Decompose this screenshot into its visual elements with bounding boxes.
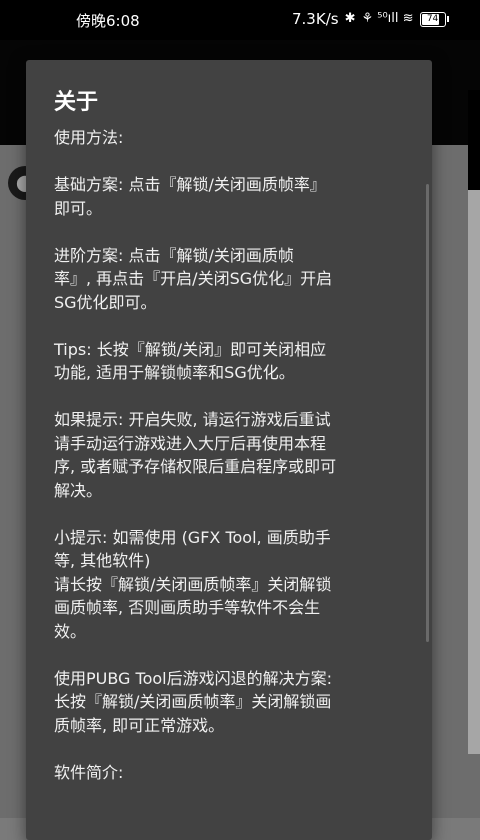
about-dialog: 关于 使用方法: 基础方案: 点击『解锁/关闭画质帧率』 即可。 进阶方案: 点… (26, 60, 432, 840)
dialog-scrollbar[interactable] (426, 184, 429, 642)
status-bar: 傍晚6:08 7.3K/s ✱ ⚘ ⁵⁰ıll ≋ 74 (0, 0, 480, 40)
dialog-body-text[interactable]: 使用方法: 基础方案: 点击『解锁/关闭画质帧率』 即可。 进阶方案: 点击『解… (54, 126, 404, 784)
battery-icon: 74 (419, 11, 449, 27)
status-time: 傍晚6:08 (76, 12, 140, 30)
network-speed: 7.3K/s (292, 10, 339, 28)
bluetooth-icon: ✱ (344, 11, 356, 26)
background-side-panel (468, 90, 480, 754)
status-icons: 7.3K/s ✱ ⚘ ⁵⁰ıll ≋ 74 (292, 10, 449, 28)
battery-level: 74 (426, 13, 439, 24)
dialog-title: 关于 (54, 90, 99, 115)
signal-wifi-icon: ⚘ ⁵⁰ıll ≋ (361, 11, 414, 26)
